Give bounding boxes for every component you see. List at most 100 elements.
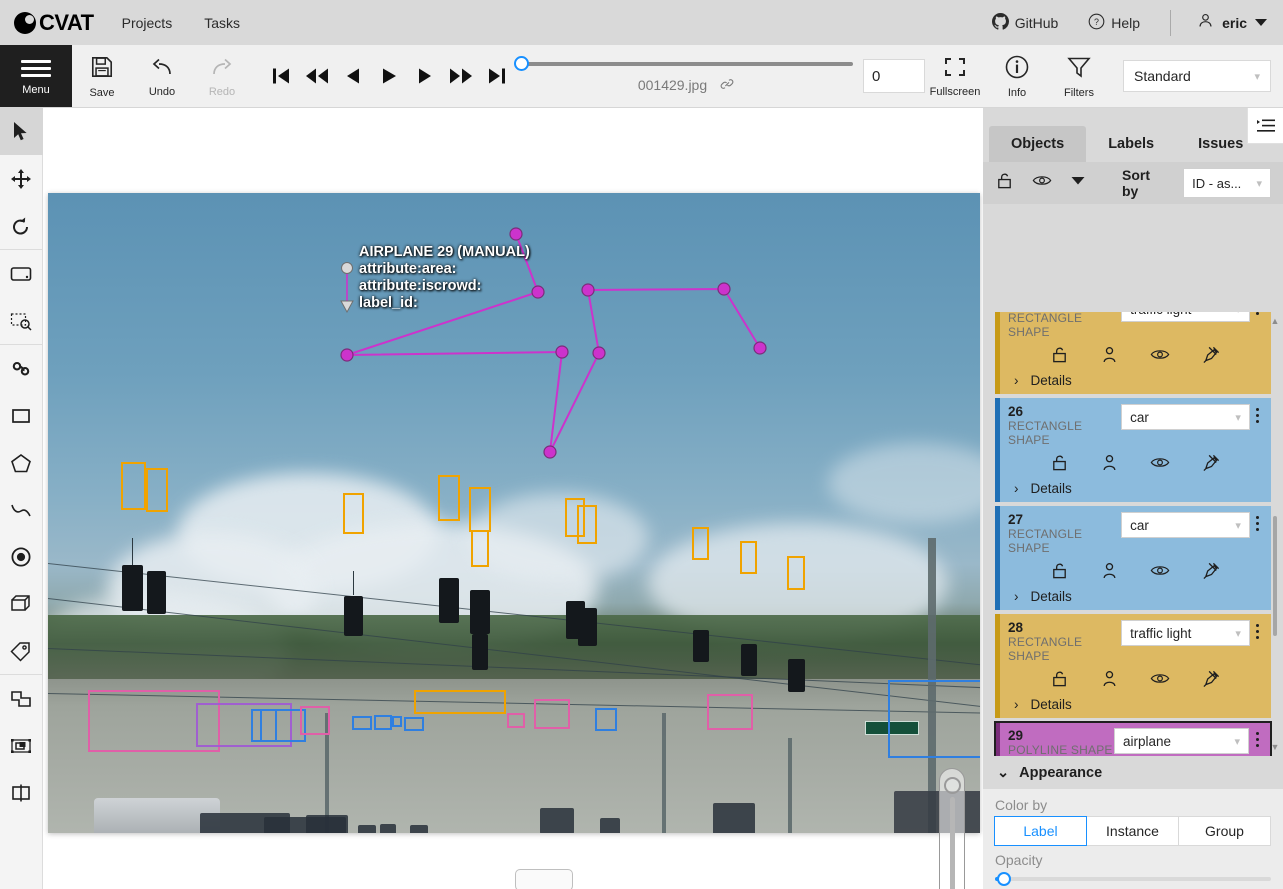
hide-icon[interactable] bbox=[1150, 453, 1170, 477]
lock-icon[interactable] bbox=[1050, 669, 1069, 693]
github-link[interactable]: GitHub bbox=[991, 12, 1058, 33]
group-tool[interactable] bbox=[0, 722, 43, 769]
color-by-instance-option[interactable]: Instance bbox=[1086, 816, 1179, 846]
pin-icon[interactable] bbox=[1202, 561, 1221, 585]
object-item-27[interactable]: 27 RECTANGLE SHAPE car ▾ › Details bbox=[995, 506, 1271, 610]
annotation-canvas[interactable]: AIRPLANE 29 (MANUAL) attribute:area: att… bbox=[43, 108, 983, 889]
nav-tasks[interactable]: Tasks bbox=[204, 15, 240, 31]
occluded-icon[interactable] bbox=[1101, 345, 1118, 369]
tab-objects[interactable]: Objects bbox=[989, 126, 1087, 162]
shape-rectangle-car[interactable] bbox=[534, 699, 570, 729]
canvas-zoom-slider[interactable]: + bbox=[939, 768, 965, 889]
cvat-logo[interactable]: CVAT bbox=[14, 10, 94, 36]
object-menu-button[interactable] bbox=[1250, 620, 1265, 639]
shape-rectangle-car[interactable] bbox=[404, 717, 424, 731]
lock-icon[interactable] bbox=[1050, 453, 1069, 477]
shape-rectangle-sign[interactable] bbox=[414, 690, 506, 714]
occluded-icon[interactable] bbox=[1101, 669, 1118, 693]
hide-icon[interactable] bbox=[1150, 561, 1170, 585]
tab-labels[interactable]: Labels bbox=[1086, 126, 1176, 162]
menu-button[interactable]: Menu bbox=[0, 45, 72, 107]
copy-link-icon[interactable] bbox=[719, 76, 735, 95]
object-label-select[interactable]: traffic light ▾ bbox=[1121, 312, 1250, 322]
next-frame-button[interactable] bbox=[408, 64, 442, 88]
shape-rectangle-car[interactable] bbox=[300, 706, 330, 735]
shape-rectangle-traffic-light[interactable] bbox=[469, 487, 491, 532]
object-menu-button[interactable] bbox=[1250, 512, 1265, 531]
object-label-select[interactable]: car ▾ bbox=[1121, 512, 1250, 538]
object-item-28[interactable]: 28 RECTANGLE SHAPE traffic light ▾ › Det… bbox=[995, 614, 1271, 718]
info-button[interactable]: Info bbox=[987, 54, 1047, 99]
opacity-slider-handle[interactable] bbox=[997, 872, 1011, 886]
sort-by-select[interactable]: ID - as... ▾ bbox=[1183, 168, 1271, 198]
backward-jump-button[interactable] bbox=[300, 64, 334, 88]
workspace-select[interactable]: Standard ▾ bbox=[1123, 60, 1271, 92]
object-menu-button[interactable] bbox=[1250, 312, 1265, 315]
shape-rectangle-car[interactable] bbox=[595, 708, 617, 731]
zoom-slider-handle[interactable] bbox=[943, 777, 961, 794]
shape-rectangle-car[interactable] bbox=[374, 715, 392, 730]
shape-rectangle-traffic-light[interactable] bbox=[146, 468, 168, 512]
pin-icon[interactable] bbox=[1202, 345, 1221, 369]
shape-rectangle-car[interactable] bbox=[507, 713, 525, 728]
save-button[interactable]: Save bbox=[72, 45, 132, 107]
draw-rectangle-tool[interactable] bbox=[0, 392, 43, 439]
cursor-tool[interactable] bbox=[0, 108, 43, 155]
object-menu-button[interactable] bbox=[1249, 728, 1265, 747]
appearance-header[interactable]: ⌄ Appearance bbox=[983, 756, 1283, 789]
frame-slider-handle[interactable] bbox=[514, 55, 529, 71]
shape-rectangle-traffic-light[interactable] bbox=[121, 462, 146, 510]
shape-rectangle-traffic-light[interactable] bbox=[343, 493, 364, 534]
object-item-25[interactable]: 25 RECTANGLE SHAPE traffic light ▾ bbox=[995, 312, 1271, 394]
nav-projects[interactable]: Projects bbox=[122, 15, 173, 31]
filters-button[interactable]: Filters bbox=[1049, 54, 1109, 99]
shape-rectangle-car[interactable] bbox=[707, 694, 753, 730]
hide-icon[interactable] bbox=[1150, 669, 1170, 693]
rotate-tool[interactable] bbox=[0, 202, 43, 249]
draw-cuboid-tool[interactable] bbox=[0, 580, 43, 627]
fullscreen-button[interactable]: Fullscreen bbox=[925, 55, 985, 98]
user-menu[interactable]: eric bbox=[1197, 12, 1267, 34]
last-frame-button[interactable] bbox=[480, 64, 514, 88]
select-region-tool[interactable] bbox=[0, 297, 43, 344]
objects-scrollbar[interactable]: ▲ ▼ bbox=[1269, 316, 1281, 752]
shape-rectangle-car[interactable] bbox=[392, 716, 402, 727]
forward-jump-button[interactable] bbox=[444, 64, 478, 88]
hide-icon[interactable] bbox=[1150, 345, 1170, 369]
object-label-select[interactable]: traffic light ▾ bbox=[1121, 620, 1250, 646]
shape-rectangle-traffic-light[interactable] bbox=[577, 505, 597, 544]
collapse-sidebar-button[interactable] bbox=[1247, 108, 1283, 144]
undo-button[interactable]: Undo bbox=[132, 45, 192, 107]
shape-rectangle-traffic-light[interactable] bbox=[692, 527, 709, 560]
lock-all-icon[interactable] bbox=[995, 171, 1014, 195]
play-button[interactable] bbox=[372, 64, 406, 88]
shape-rectangle-traffic-light[interactable] bbox=[471, 530, 489, 567]
scroll-up-icon[interactable]: ▲ bbox=[1269, 316, 1281, 326]
object-details-toggle[interactable]: › Details bbox=[1000, 371, 1271, 388]
shape-rectangle-traffic-light[interactable] bbox=[740, 541, 757, 574]
color-by-group-option[interactable]: Group bbox=[1178, 816, 1271, 846]
expand-all-icon[interactable] bbox=[1070, 174, 1086, 192]
pin-icon[interactable] bbox=[1202, 453, 1221, 477]
objects-list[interactable]: 25 RECTANGLE SHAPE traffic light ▾ bbox=[983, 312, 1283, 756]
fit-image-tool[interactable] bbox=[0, 250, 43, 297]
canvas-bottom-control[interactable] bbox=[515, 869, 573, 889]
object-label-select[interactable]: car ▾ bbox=[1121, 404, 1250, 430]
scroll-down-icon[interactable]: ▼ bbox=[1269, 742, 1281, 752]
shape-rectangle-car[interactable] bbox=[888, 680, 980, 758]
pin-icon[interactable] bbox=[1202, 669, 1221, 693]
shape-rectangle-traffic-light[interactable] bbox=[438, 475, 460, 521]
split-tool[interactable] bbox=[0, 769, 43, 816]
draw-tag-tool[interactable] bbox=[0, 627, 43, 674]
draw-points-tool[interactable] bbox=[0, 533, 43, 580]
hide-all-icon[interactable] bbox=[1032, 171, 1052, 195]
ai-tools[interactable] bbox=[0, 345, 43, 392]
frame-number-input[interactable] bbox=[863, 59, 925, 93]
occluded-icon[interactable] bbox=[1101, 561, 1118, 585]
lock-icon[interactable] bbox=[1050, 345, 1069, 369]
previous-frame-button[interactable] bbox=[336, 64, 370, 88]
frame-slider[interactable] bbox=[514, 55, 853, 71]
object-menu-button[interactable] bbox=[1250, 404, 1265, 423]
scrollbar-thumb[interactable] bbox=[1273, 516, 1277, 636]
shape-rectangle-traffic-light[interactable] bbox=[787, 556, 805, 590]
